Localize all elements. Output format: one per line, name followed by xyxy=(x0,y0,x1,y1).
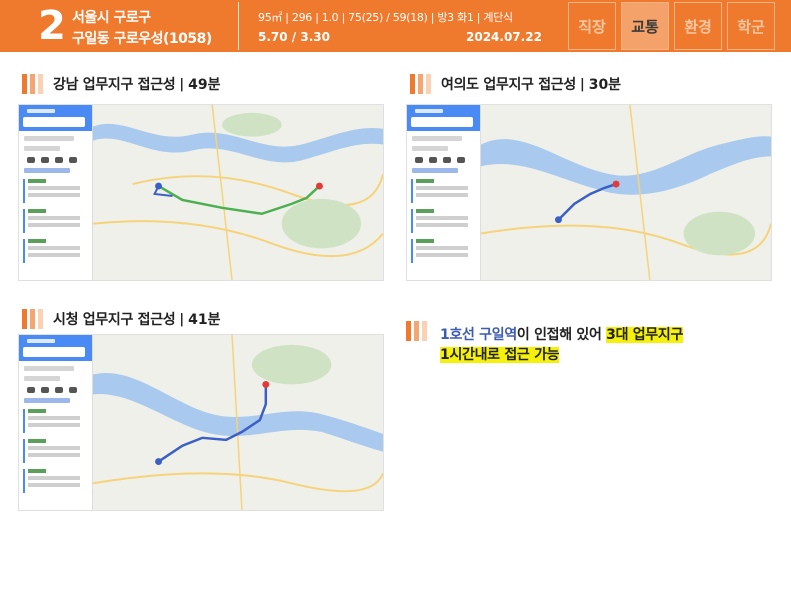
header-divider xyxy=(238,2,239,50)
origin-marker xyxy=(155,182,163,190)
tab-transport[interactable]: 교통 xyxy=(621,2,669,50)
spec-line: 95㎡ | 296 | 1.0 | 75(25) / 59(18) | 방3 화… xyxy=(258,11,513,24)
travel-mode-icons[interactable] xyxy=(27,387,84,393)
route-option[interactable] xyxy=(411,209,476,233)
cityhall-section-title: 시청 업무지구 접근성 | 41분 xyxy=(22,309,221,329)
yeouido-route-map[interactable] xyxy=(406,104,772,281)
directions-sidebar xyxy=(19,335,93,510)
yeouido-section-title: 여의도 업무지구 접근성 | 30분 xyxy=(410,74,621,94)
map-pin-icon xyxy=(262,380,270,388)
highlight-text: 1시간내로 접근 가능 xyxy=(440,347,560,363)
route-option[interactable] xyxy=(411,179,476,203)
highlight-text: 3대 업무지구 xyxy=(606,327,684,343)
title-accent-bars xyxy=(410,74,431,94)
title-accent-bars xyxy=(22,74,43,94)
price-line: 5.70 / 3.30 xyxy=(258,30,330,44)
route-option[interactable] xyxy=(23,209,88,233)
route-option[interactable] xyxy=(23,239,88,263)
travel-mode-icons[interactable] xyxy=(415,157,472,163)
title-accent-bars xyxy=(22,309,43,329)
location-title: 서울시 구로구 xyxy=(72,10,151,26)
title-accent-bars xyxy=(406,321,427,341)
map-canvas[interactable] xyxy=(481,105,771,280)
travel-time: 49분 xyxy=(188,77,221,93)
search-input[interactable] xyxy=(23,347,85,357)
gangnam-section-title: 강남 업무지구 접근성 | 49분 xyxy=(22,74,221,94)
search-input[interactable] xyxy=(23,117,85,127)
directions-sidebar xyxy=(407,105,481,280)
route-option[interactable] xyxy=(23,409,88,433)
origin-marker xyxy=(155,458,163,466)
map-canvas[interactable] xyxy=(93,105,383,280)
directions-sidebar xyxy=(19,105,93,280)
map-canvas[interactable] xyxy=(93,335,383,510)
route-option[interactable] xyxy=(23,469,88,493)
route-option[interactable] xyxy=(23,179,88,203)
map-pin-icon xyxy=(612,180,620,188)
travel-time: 30분 xyxy=(588,77,622,93)
complex-title: 구일동 구로우성(1058) xyxy=(72,31,212,47)
page-number: 2 xyxy=(38,3,66,49)
origin-marker xyxy=(554,216,562,224)
tab-environment[interactable]: 환경 xyxy=(674,2,722,50)
station-name: 1호선 구일역 xyxy=(440,327,517,343)
travel-mode-icons[interactable] xyxy=(27,157,84,163)
summary-line-2: 1시간내로 접근 가능 xyxy=(440,344,560,364)
tab-school[interactable]: 학군 xyxy=(727,2,775,50)
map-pin-icon xyxy=(315,182,323,190)
travel-time: 41분 xyxy=(188,312,221,328)
gangnam-route-map[interactable] xyxy=(18,104,384,281)
route-option[interactable] xyxy=(23,439,88,463)
tab-work[interactable]: 직장 xyxy=(568,2,616,50)
cityhall-route-map[interactable] xyxy=(18,334,384,511)
header-bar: 2 서울시 구로구 구일동 구로우성(1058) 95㎡ | 296 | 1.0… xyxy=(0,0,791,52)
report-date: 2024.07.22 xyxy=(466,30,542,44)
summary-line-1: 1호선 구일역이 인접해 있어 3대 업무지구 xyxy=(440,327,684,343)
search-input[interactable] xyxy=(411,117,473,127)
route-option[interactable] xyxy=(411,239,476,263)
